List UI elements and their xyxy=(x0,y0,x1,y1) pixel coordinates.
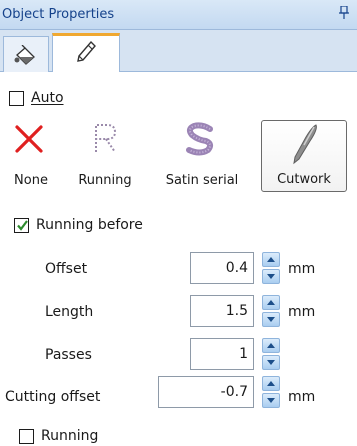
fill-bucket-icon xyxy=(14,45,35,65)
cutwork-blade-icon xyxy=(293,124,317,165)
cutting-offset-label: Cutting offset xyxy=(5,389,101,405)
panel-title: Object Properties xyxy=(2,7,115,22)
length-input[interactable]: 1.5 xyxy=(190,295,254,327)
offset-unit: mm xyxy=(288,261,316,277)
running-after-label: Running xyxy=(41,428,99,444)
cutting-offset-decrement-button[interactable] xyxy=(262,393,280,408)
length-label: Length xyxy=(45,304,94,320)
auto-checkbox[interactable] xyxy=(9,91,24,106)
pen-nib-icon xyxy=(77,40,96,62)
offset-label: Offset xyxy=(45,261,88,277)
mode-satin-serial-label: Satin serial xyxy=(165,173,239,188)
passes-increment-button[interactable] xyxy=(262,338,280,353)
cutting-offset-increment-button[interactable] xyxy=(262,376,280,391)
tab-outline[interactable] xyxy=(52,33,120,73)
mode-none-button[interactable]: None xyxy=(0,120,62,192)
offset-spinner[interactable] xyxy=(262,252,280,284)
running-before-checkbox[interactable] xyxy=(14,218,29,233)
mode-running-label: Running xyxy=(78,173,132,188)
offset-decrement-button[interactable] xyxy=(262,269,280,284)
running-stitch-r-icon xyxy=(95,124,117,153)
running-before-label: Running before xyxy=(36,217,143,233)
mode-cutwork-label: Cutwork xyxy=(277,172,331,187)
passes-input[interactable]: 1 xyxy=(190,338,254,370)
satin-serial-s-icon xyxy=(186,122,214,156)
running-after-checkbox[interactable] xyxy=(19,429,34,444)
tab-strip xyxy=(0,30,357,73)
cutting-offset-input[interactable]: -0.7 xyxy=(158,376,254,408)
passes-spinner[interactable] xyxy=(262,338,280,370)
panel-titlebar: Object Properties xyxy=(0,0,357,30)
length-increment-button[interactable] xyxy=(262,295,280,310)
mode-cutwork-button[interactable]: Cutwork xyxy=(261,120,347,192)
cutting-offset-unit: mm xyxy=(288,389,316,405)
passes-decrement-button[interactable] xyxy=(262,355,280,370)
pin-icon[interactable] xyxy=(339,5,349,21)
mode-running-button[interactable]: Running xyxy=(74,120,136,192)
checkmark-icon xyxy=(17,220,28,231)
cutting-offset-spinner[interactable] xyxy=(262,376,280,408)
length-decrement-button[interactable] xyxy=(262,312,280,327)
red-x-icon xyxy=(15,125,43,153)
offset-increment-button[interactable] xyxy=(262,252,280,267)
offset-input[interactable]: 0.4 xyxy=(190,252,254,284)
auto-label: Auto xyxy=(31,90,64,106)
length-unit: mm xyxy=(288,304,316,320)
mode-satin-serial-button[interactable]: Satin serial xyxy=(154,120,250,192)
tab-fill[interactable] xyxy=(3,36,49,72)
passes-label: Passes xyxy=(45,347,92,363)
length-spinner[interactable] xyxy=(262,295,280,327)
mode-none-label: None xyxy=(14,173,48,188)
